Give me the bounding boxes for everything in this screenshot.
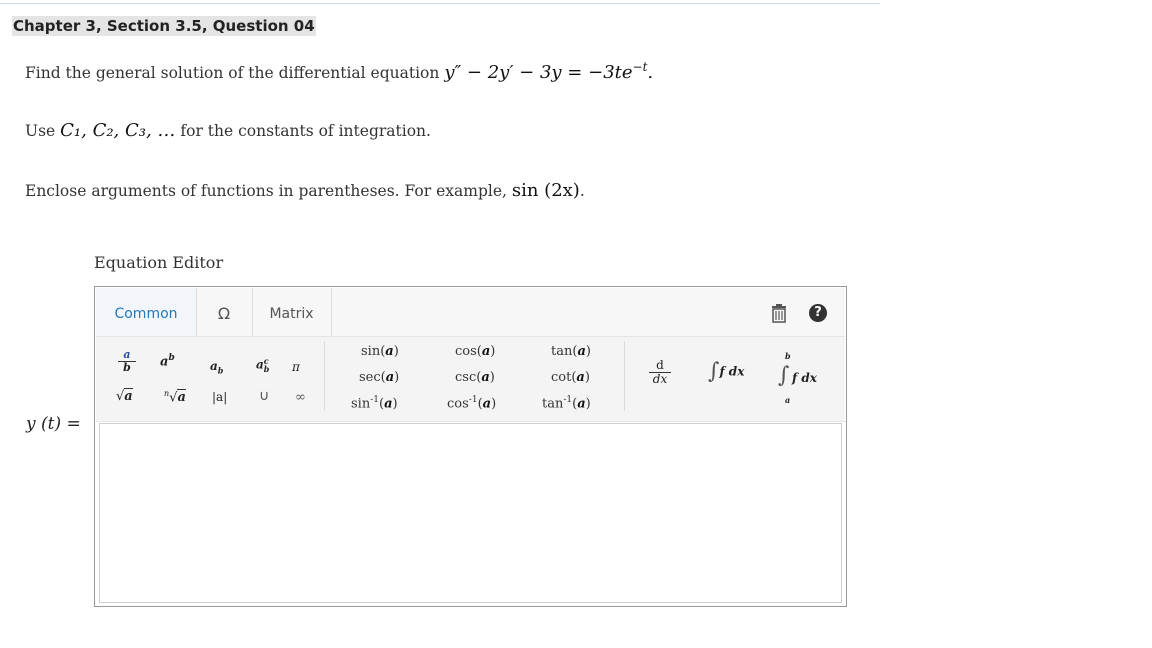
arcsin-exp: -1 bbox=[370, 395, 379, 405]
constants-instruction: Use C₁, C₂, C₃, … for the constants of i… bbox=[25, 120, 431, 141]
deriv-numerator: d bbox=[656, 358, 664, 372]
subsup-button[interactable]: acb bbox=[256, 357, 269, 373]
nroot-radicand: a bbox=[177, 389, 186, 406]
arguments-instruction: Enclose arguments of functions in parent… bbox=[25, 180, 585, 201]
prompt-text: Find the general solution of the differe… bbox=[25, 64, 440, 82]
power-exp: b bbox=[168, 353, 175, 363]
sec-label: sec bbox=[359, 370, 381, 385]
arccos-button[interactable]: cos-1(a) bbox=[447, 395, 496, 411]
subscript-button[interactable]: ab bbox=[210, 359, 223, 375]
palette-divider bbox=[624, 341, 625, 411]
integral-button[interactable]: ∫f dx bbox=[708, 359, 744, 384]
csc-label: csc bbox=[455, 370, 477, 385]
frac-numerator: a bbox=[123, 348, 131, 361]
arccos-arg: a bbox=[482, 396, 492, 412]
sub-base: a bbox=[210, 359, 218, 373]
sin-label: sin bbox=[361, 344, 381, 359]
cos-button[interactable]: cos(a) bbox=[455, 344, 495, 359]
help-icon[interactable]: ? bbox=[809, 304, 827, 322]
nth-root-button[interactable]: n√a bbox=[164, 389, 186, 406]
infinity-button[interactable]: ∞ bbox=[295, 390, 306, 405]
arccos-exp: -1 bbox=[468, 395, 478, 405]
palette-divider bbox=[324, 341, 325, 411]
cos-label: cos bbox=[455, 344, 477, 359]
sec-button[interactable]: sec(a) bbox=[359, 370, 399, 385]
integral-sign: ∫ bbox=[708, 359, 720, 384]
tan-button[interactable]: tan(a) bbox=[551, 344, 591, 359]
tab-common[interactable]: Common bbox=[96, 288, 197, 336]
integrand: f dx bbox=[719, 364, 745, 379]
arccos-label: cos bbox=[447, 396, 469, 412]
sin-arg: a bbox=[385, 344, 394, 359]
fraction-button[interactable]: a b bbox=[118, 349, 136, 374]
abs-button[interactable]: |a| bbox=[212, 390, 227, 404]
equation-editor: Common Ω Matrix ? a b ab ab acb π √a n√a… bbox=[94, 286, 847, 607]
equation-exponent: −t bbox=[632, 60, 648, 74]
args-text: Enclose arguments of functions in parent… bbox=[25, 182, 507, 200]
nroot-index: n bbox=[164, 389, 170, 398]
sec-arg: a bbox=[385, 370, 395, 385]
def-integrand: f dx bbox=[792, 371, 817, 385]
arctan-label: tan bbox=[542, 396, 564, 412]
constants-math: C₁, C₂, C₃, … bbox=[60, 120, 176, 141]
def-integral-sign: ∫ bbox=[778, 363, 790, 388]
sqrt-radicand: a bbox=[124, 388, 133, 404]
sqrt-button[interactable]: √a bbox=[116, 388, 133, 404]
cot-arg: a bbox=[576, 370, 585, 385]
deriv-denominator: dx bbox=[649, 372, 671, 386]
tab-symbols[interactable]: Ω bbox=[196, 288, 253, 336]
editor-toolbar: Common Ω Matrix ? bbox=[96, 288, 845, 337]
args-example: sin (2x) bbox=[511, 180, 580, 201]
csc-arg: a bbox=[481, 370, 490, 385]
constants-pre: Use bbox=[25, 122, 56, 140]
arctan-button[interactable]: tan-1(a) bbox=[542, 395, 591, 411]
answer-label: y (t) = bbox=[26, 414, 81, 434]
answer-var: y (t) = bbox=[26, 414, 81, 434]
constants-post: for the constants of integration. bbox=[180, 122, 431, 140]
csc-button[interactable]: csc(a) bbox=[455, 370, 495, 385]
arctan-arg: a bbox=[577, 396, 586, 412]
arcsin-arg: a bbox=[384, 396, 393, 412]
tan-arg: a bbox=[577, 344, 586, 359]
derivative-button[interactable]: d dx bbox=[649, 359, 671, 386]
question-prompt: Find the general solution of the differe… bbox=[25, 60, 653, 83]
power-button[interactable]: ab bbox=[160, 353, 175, 369]
tan-label: tan bbox=[551, 344, 573, 359]
arctan-exp: -1 bbox=[563, 395, 573, 405]
arcsin-label: sin bbox=[351, 396, 371, 412]
trash-icon[interactable] bbox=[768, 302, 790, 324]
cot-label: cot bbox=[551, 370, 572, 385]
cot-button[interactable]: cot(a) bbox=[551, 370, 590, 385]
top-divider bbox=[0, 3, 880, 4]
subsup-base: a bbox=[256, 357, 264, 372]
equation-body: y″ − 2y′ − 3y = −3te bbox=[444, 62, 633, 83]
union-button[interactable]: ∪ bbox=[259, 388, 269, 404]
answer-input[interactable] bbox=[99, 423, 842, 603]
definite-integral-button[interactable]: b ∫ a f dx bbox=[776, 351, 817, 405]
sub-index: b bbox=[217, 365, 224, 376]
def-upper: b bbox=[785, 351, 791, 361]
frac-denominator: b bbox=[118, 361, 136, 374]
equation-period: . bbox=[647, 62, 654, 83]
arcsin-button[interactable]: sin-1(a) bbox=[351, 395, 398, 411]
subsup-sub: b bbox=[263, 364, 270, 374]
symbol-palette: a b ab ab acb π √a n√a |a| ∪ ∞ sin(a) co… bbox=[96, 337, 845, 422]
cos-arg: a bbox=[481, 344, 491, 359]
pi-button[interactable]: π bbox=[292, 360, 300, 374]
args-end: . bbox=[579, 182, 585, 200]
differential-equation: y″ − 2y′ − 3y = −3te−t. bbox=[444, 60, 654, 83]
sin-button[interactable]: sin(a) bbox=[361, 344, 399, 359]
tab-matrix[interactable]: Matrix bbox=[252, 288, 332, 336]
def-lower: a bbox=[785, 395, 791, 405]
question-title: Chapter 3, Section 3.5, Question 04 bbox=[12, 16, 316, 36]
equation-editor-label: Equation Editor bbox=[94, 253, 224, 272]
